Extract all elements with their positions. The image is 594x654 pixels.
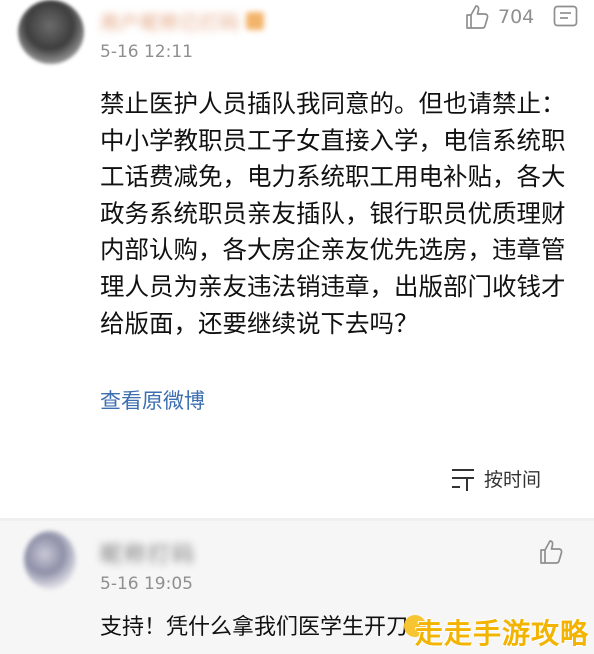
avatar[interactable]	[18, 0, 84, 64]
thumbs-up-icon[interactable]	[538, 539, 564, 565]
thumbs-up-icon	[466, 5, 489, 29]
username-blurred[interactable]: 用户昵称已打码	[100, 8, 265, 35]
comment-text: 禁止医护人员插队我同意的。但也请禁止：中小学教职员工子女直接入学，电信系统职工话…	[100, 89, 566, 338]
avatar[interactable]	[24, 531, 76, 589]
username[interactable]: 用户昵称已打码	[100, 8, 240, 35]
timestamp: 5-16 19:05	[100, 574, 193, 594]
like-count: 704	[498, 6, 535, 28]
reply-text-row: 支持！凭什么拿我们医学生开刀	[100, 609, 427, 641]
more-icon[interactable]	[553, 5, 578, 30]
main-comment: 用户昵称已打码 5-16 12:11 704 禁止医护人员插队我同意的。但也请禁…	[0, 0, 594, 518]
timestamp: 5-16 12:11	[100, 42, 193, 62]
username[interactable]: 昵称打码	[100, 537, 196, 569]
watermark: 走走手游攻略	[415, 617, 590, 650]
view-original-link[interactable]: 查看原微博	[100, 385, 205, 415]
sort-by-time-button[interactable]: 按时间	[450, 465, 541, 492]
user-badge-icon	[246, 12, 265, 30]
like-button[interactable]: 704	[464, 4, 534, 30]
sort-label: 按时间	[484, 469, 542, 491]
reply-text: 支持！凭什么拿我们医学生开刀	[100, 615, 409, 640]
sort-icon	[452, 468, 474, 491]
